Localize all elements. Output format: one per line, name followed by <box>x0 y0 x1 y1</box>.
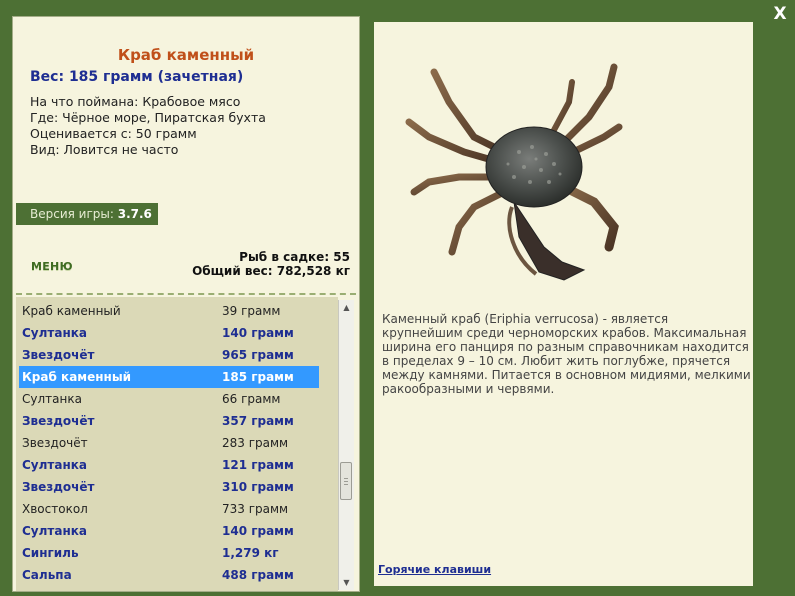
list-item-name: Краб каменный <box>22 370 132 384</box>
list-item-weight: 733 грамм <box>222 502 289 516</box>
list-item-name: Сальпа <box>22 568 72 582</box>
list-item-weight: 965 грамм <box>222 348 294 362</box>
list-item-weight: 185 грамм <box>222 370 294 384</box>
list-item-weight: 357 грамм <box>222 414 294 428</box>
list-scrollbar[interactable]: ▲ ▼ <box>338 300 354 590</box>
list-item[interactable]: Султанка 140 грамм <box>19 322 319 344</box>
menu-button[interactable]: МЕНЮ <box>31 260 73 273</box>
hotkeys-link[interactable]: Горячие клавиши <box>378 563 491 576</box>
info-location: Где: Чёрное море, Пиратская бухта <box>30 110 266 125</box>
catch-list: Краб каменный 39 грамм Султанка 140 грамм … <box>16 297 338 591</box>
description-panel: Каменный краб (Eriphia verrucosa) - явля… <box>368 16 759 592</box>
list-item-name: Султанка <box>22 524 88 538</box>
list-item[interactable]: Хвостокол 733 грамм <box>19 498 319 520</box>
catch-total-weight: Общий вес: 782,528 кг <box>192 264 350 278</box>
info-rarity: Вид: Ловится не часто <box>30 142 179 157</box>
catch-stats: Рыб в садке: 55 Общий вес: 782,528 кг <box>192 250 350 278</box>
list-item-weight: 488 грамм <box>222 568 294 582</box>
fish-description: Каменный краб (Eriphia verrucosa) - явля… <box>382 312 751 396</box>
catch-count: Рыб в садке: 55 <box>239 250 350 264</box>
scroll-up-icon[interactable]: ▲ <box>339 300 354 315</box>
list-item-weight: 121 грамм <box>222 458 294 472</box>
info-bait: На что поймана: Крабовое мясо <box>30 94 241 109</box>
list-item-name: Звездочёт <box>22 480 95 494</box>
list-item[interactable]: Сальпа 488 грамм <box>19 564 319 586</box>
list-item[interactable]: Краб каменный 39 грамм <box>19 300 319 322</box>
crab-image <box>405 63 623 281</box>
divider <box>16 293 356 295</box>
version-badge: Версия игры: 3.7.6 <box>16 203 158 225</box>
description-panel-inner: Каменный краб (Eriphia verrucosa) - явля… <box>374 22 753 586</box>
list-item[interactable]: Султанка 121 грамм <box>19 454 319 476</box>
list-item-name: Султанка <box>22 326 88 340</box>
list-item[interactable]: Краб каменный 185 грамм <box>19 366 319 388</box>
list-item[interactable]: Звездочёт 283 грамм <box>19 432 319 454</box>
list-item-name: Звездочёт <box>22 436 88 450</box>
list-item-name: Краб каменный <box>22 304 121 318</box>
fish-title: Краб каменный <box>117 46 255 64</box>
fish-info-panel: Краб каменный Вес: 185 грамм (зачетная) … <box>12 16 360 592</box>
list-item-weight: 140 грамм <box>222 524 294 538</box>
list-item-name: Султанка <box>22 458 88 472</box>
list-item-name: Сингиль <box>22 546 79 560</box>
scroll-thumb[interactable] <box>340 462 352 500</box>
scroll-down-icon[interactable]: ▼ <box>339 575 354 590</box>
list-item-weight: 283 грамм <box>222 436 289 450</box>
version-label: Версия игры: <box>30 207 114 221</box>
list-item[interactable]: Султанка 140 грамм <box>19 520 319 542</box>
list-item-name: Звездочёт <box>22 348 95 362</box>
list-item[interactable]: Звездочёт 965 грамм <box>19 344 319 366</box>
list-item[interactable]: Звездочёт 310 грамм <box>19 476 319 498</box>
info-min-weight: Оценивается с: 50 грамм <box>30 126 197 141</box>
list-item[interactable]: Султанка 66 грамм <box>19 388 319 410</box>
close-button[interactable]: X <box>770 4 790 24</box>
fish-info-lines: На что поймана: Крабовое мясо Где: Чёрно… <box>30 94 266 158</box>
list-item-weight: 66 грамм <box>222 392 281 406</box>
list-item[interactable]: Звездочёт 357 грамм <box>19 410 319 432</box>
version-value: 3.7.6 <box>117 207 152 221</box>
fish-weight: Вес: 185 грамм (зачетная) <box>30 69 244 85</box>
list-item-weight: 140 грамм <box>222 326 294 340</box>
list-item-name: Звездочёт <box>22 414 95 428</box>
list-item-weight: 39 грамм <box>222 304 281 318</box>
list-item-name: Султанка <box>22 392 82 406</box>
list-item-weight: 1,279 кг <box>222 546 279 560</box>
list-item[interactable]: Сингиль 1,279 кг <box>19 542 319 564</box>
list-item-name: Хвостокол <box>22 502 88 516</box>
list-item-weight: 310 грамм <box>222 480 294 494</box>
